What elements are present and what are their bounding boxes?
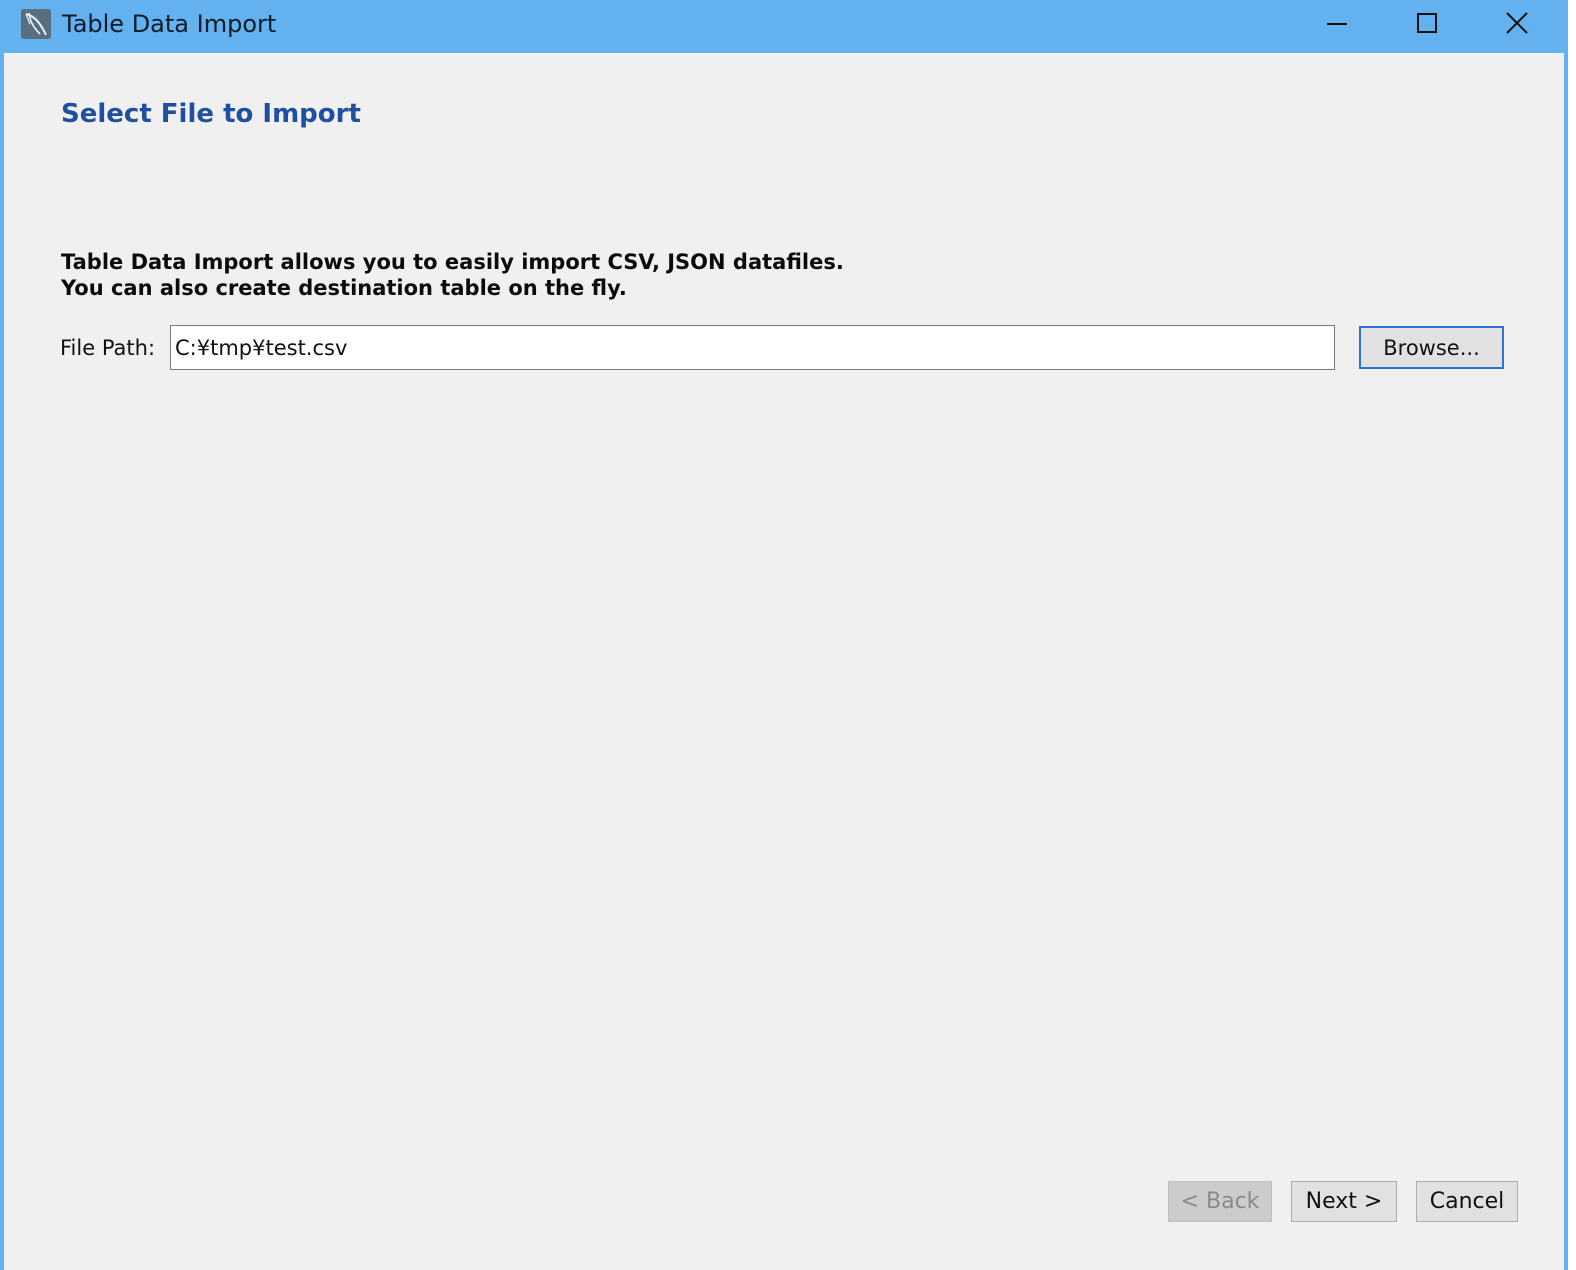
window-title: Table Data Import: [62, 10, 277, 38]
close-button[interactable]: [1472, 0, 1562, 46]
minimize-button[interactable]: [1292, 0, 1382, 46]
title-bar[interactable]: Table Data Import: [0, 0, 1568, 53]
minimize-icon: [1327, 23, 1347, 25]
description-line-2: You can also create destination table on…: [61, 276, 627, 300]
file-path-input[interactable]: [170, 325, 1335, 370]
browse-button[interactable]: Browse...: [1359, 326, 1504, 369]
table-data-import-window: Table Data Import Select File to Import …: [0, 0, 1568, 1270]
next-button[interactable]: Next >: [1291, 1181, 1397, 1222]
file-path-label: File Path:: [60, 336, 156, 360]
back-button[interactable]: < Back: [1168, 1181, 1272, 1222]
maximize-icon: [1417, 13, 1437, 33]
cancel-button[interactable]: Cancel: [1416, 1181, 1518, 1222]
maximize-button[interactable]: [1382, 0, 1472, 46]
page-description: Table Data Import allows you to easily i…: [61, 249, 844, 301]
page-title: Select File to Import: [61, 99, 361, 129]
close-icon: [1506, 12, 1528, 34]
description-line-1: Table Data Import allows you to easily i…: [61, 250, 844, 274]
dolphin-icon: [21, 9, 51, 39]
